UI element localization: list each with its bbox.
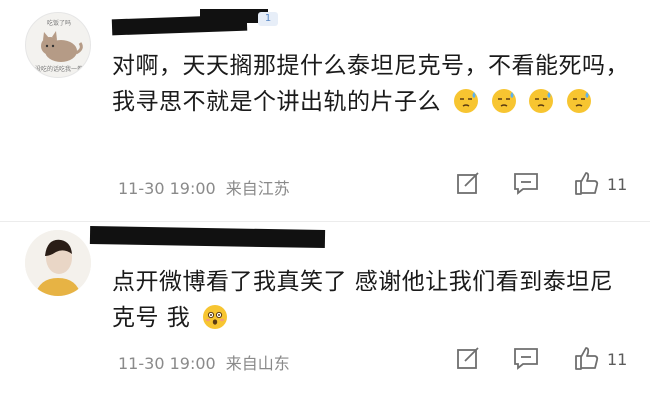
comment-text: 点开微博看了我真笑了 感谢他让我们看到泰坦尼克号 我 — [112, 264, 632, 336]
comment-card: 点开微博看了我真笑了 感谢他让我们看到泰坦尼克号 我 11-30 19:00 来自… — [0, 222, 650, 400]
comment-card: 吃饭了吗 没吃的话吃我一拳 1 对啊，天天搁那提什么泰坦尼克号，不看能死吗，我寻… — [0, 0, 650, 222]
comment-icon[interactable] — [511, 343, 541, 373]
avatar-caption-bottom: 没吃的话吃我一拳 — [34, 66, 83, 73]
vip-badge: 1 — [258, 12, 278, 26]
like-count: 11 — [607, 175, 628, 194]
avatar-caption-top: 吃饭了吗 — [46, 20, 71, 27]
comment-meta: 11-30 19:00 来自江苏 — [118, 175, 290, 199]
comment-body: 点开微博看了我真笑了 感谢他让我们看到泰坦尼克号 我 — [112, 269, 614, 331]
redacted-username — [89, 225, 326, 249]
thumbs-up-icon[interactable] — [572, 343, 602, 373]
avatar[interactable] — [25, 230, 91, 296]
thumbs-up-icon[interactable] — [572, 168, 602, 198]
flushed-emoji-icon — [203, 305, 228, 329]
edit-icon[interactable] — [453, 343, 483, 373]
like-count: 11 — [607, 350, 628, 369]
sweat-emoji-icon — [567, 89, 592, 113]
avatar[interactable]: 吃饭了吗 没吃的话吃我一拳 — [25, 12, 91, 78]
comment-time: 11-30 19:00 — [118, 179, 216, 198]
comment-location: 来自山东 — [225, 354, 290, 373]
comment-icon[interactable] — [511, 168, 541, 198]
comment-location: 来自江苏 — [225, 179, 290, 198]
comment-time: 11-30 19:00 — [118, 354, 216, 373]
comment-text: 对啊，天天搁那提什么泰坦尼克号，不看能死吗，我寻思不就是个讲出轨的片子么 — [112, 48, 632, 120]
comment-meta: 11-30 19:00 来自山东 — [118, 350, 290, 374]
sweat-emoji-icon — [529, 89, 554, 113]
sweat-emoji-icon — [453, 89, 478, 113]
sweat-emoji-icon — [491, 89, 516, 113]
edit-icon[interactable] — [453, 168, 483, 198]
portrait-avatar-icon — [25, 230, 91, 296]
